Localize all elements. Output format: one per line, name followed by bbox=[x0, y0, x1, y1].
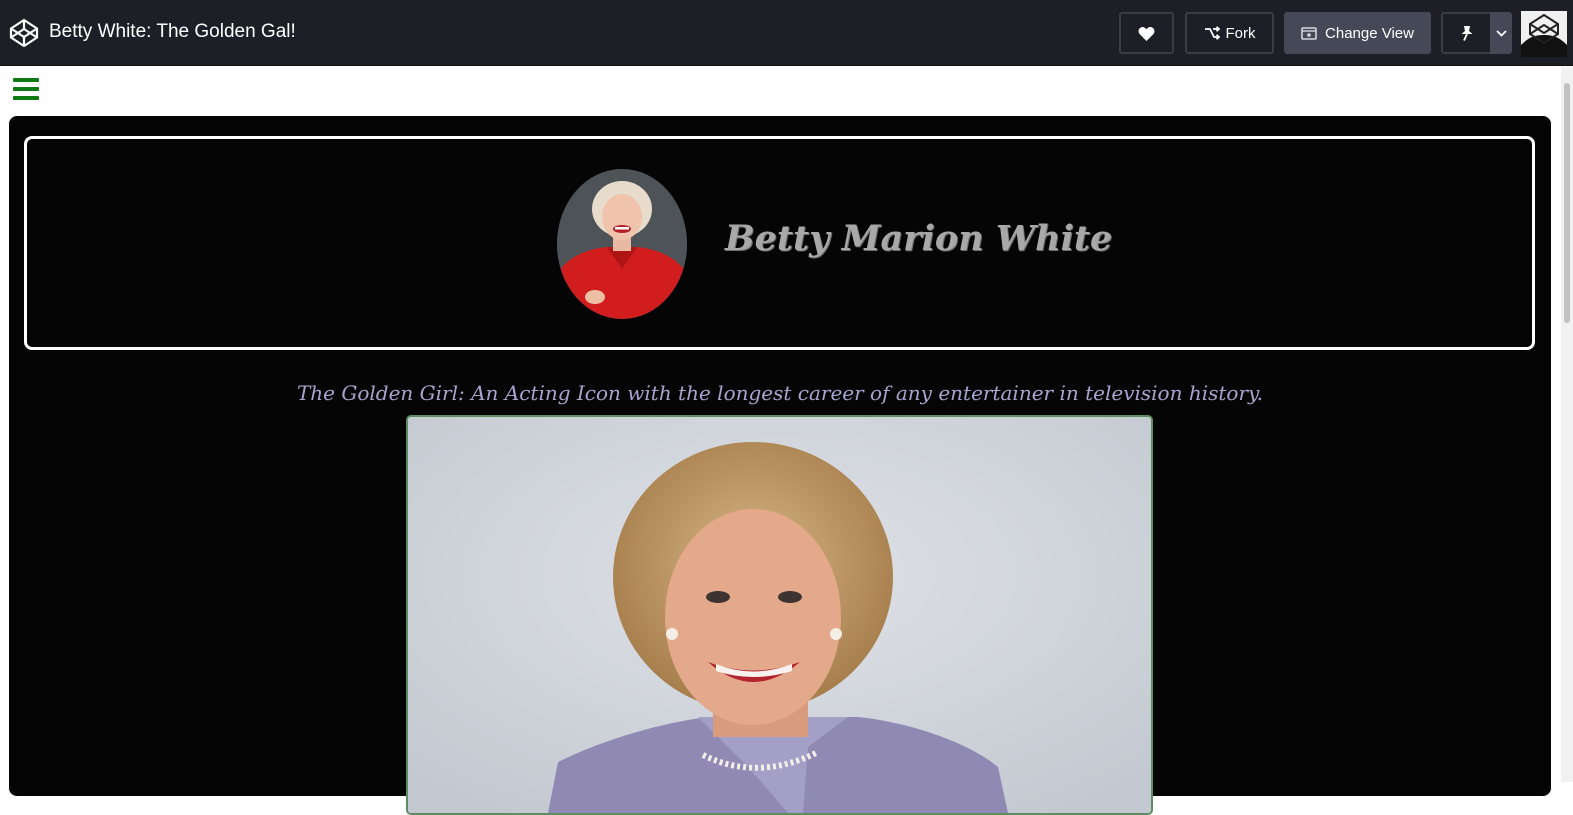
codepen-logo-icon[interactable] bbox=[8, 17, 40, 49]
profile-portrait bbox=[557, 169, 687, 319]
main-photo-image bbox=[408, 417, 1151, 813]
pin-dropdown-button[interactable] bbox=[1490, 12, 1512, 54]
pin-button[interactable] bbox=[1441, 12, 1491, 54]
scrollbar-thumb[interactable] bbox=[1564, 83, 1570, 323]
like-button[interactable] bbox=[1119, 12, 1174, 54]
fork-label: Fork bbox=[1225, 24, 1256, 42]
heart-icon bbox=[1138, 26, 1155, 41]
top-bar: Betty White: The Golden Gal! Fork Change… bbox=[0, 0, 1573, 66]
hamburger-menu-icon[interactable] bbox=[13, 78, 39, 100]
change-view-label: Change View bbox=[1325, 24, 1414, 42]
change-view-icon bbox=[1301, 26, 1317, 40]
chevron-down-icon bbox=[1495, 29, 1507, 37]
portrait-image bbox=[557, 169, 687, 319]
profile-header: Betty Marion White bbox=[24, 136, 1535, 350]
user-avatar-image bbox=[1521, 11, 1567, 57]
profile-name-heading: Betty Marion White bbox=[725, 218, 1113, 259]
user-avatar[interactable] bbox=[1521, 11, 1567, 57]
fork-button[interactable]: Fork bbox=[1185, 12, 1274, 54]
main-content: Betty Marion White The Golden Girl: An A… bbox=[9, 116, 1551, 815]
tagline: The Golden Girl: An Acting Icon with the… bbox=[296, 381, 1264, 405]
pin-icon bbox=[1461, 26, 1473, 41]
change-view-button[interactable]: Change View bbox=[1284, 12, 1431, 54]
main-photo bbox=[406, 415, 1153, 815]
page-scrollbar[interactable] bbox=[1561, 67, 1573, 782]
pen-title: Betty White: The Golden Gal! bbox=[49, 21, 296, 42]
fork-icon bbox=[1204, 26, 1220, 40]
